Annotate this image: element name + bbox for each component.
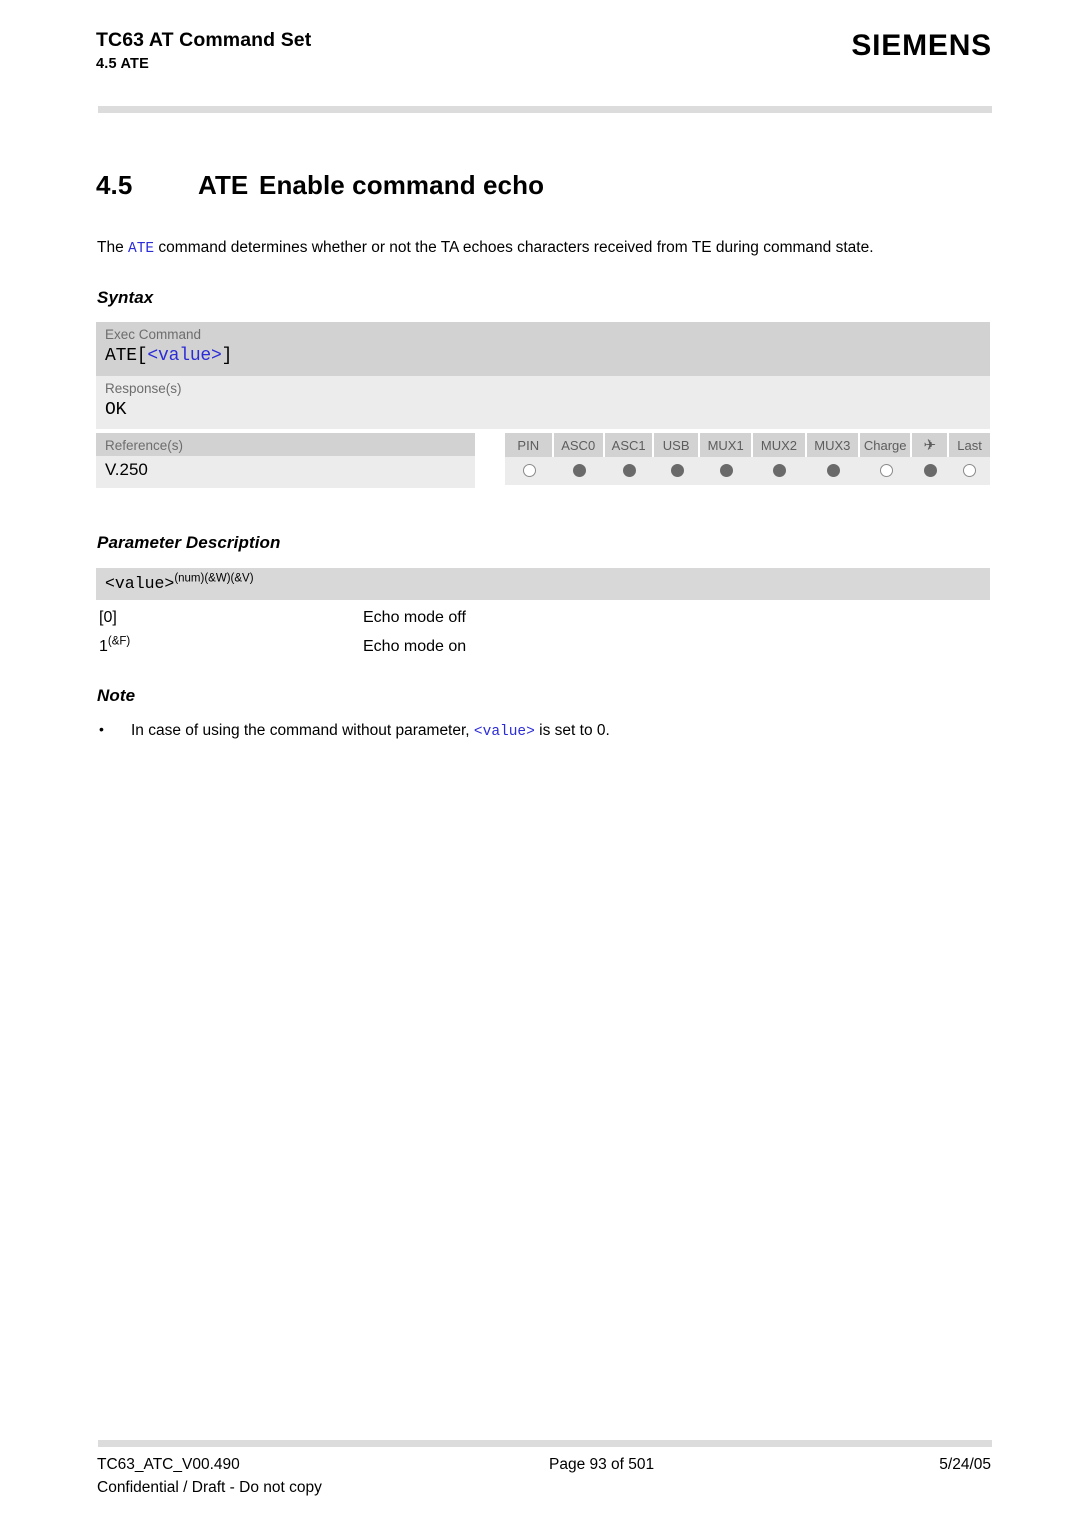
- note-text-before: In case of using the command without par…: [131, 722, 474, 739]
- interface-status-asc0: [554, 461, 605, 480]
- interface-header-airplane-icon: ✈: [912, 433, 950, 457]
- siemens-logo: SIEMENS: [851, 29, 992, 62]
- parameter-value-row: 1(&F) Echo mode on: [99, 633, 993, 662]
- note-text-after: is set to 0.: [534, 722, 610, 739]
- interface-header-asc0: ASC0: [553, 433, 605, 457]
- interface-status-mux2: [753, 461, 806, 480]
- parameter-value-description: Echo mode on: [363, 637, 467, 655]
- footer-confidential-notice: Confidential / Draft - Do not copy: [97, 1479, 322, 1496]
- footer-document-id: TC63_ATC_V00.490: [97, 1456, 240, 1473]
- interface-status-usb: [654, 461, 700, 480]
- filled-circle-icon: [924, 464, 938, 477]
- section-command: ATE: [198, 170, 249, 201]
- footer-date: 5/24/05: [939, 1456, 991, 1473]
- syntax-table: Exec Command ATE[<value>] Response(s) OK: [96, 322, 990, 430]
- footer-primary-line: TC63_ATC_V00.490 Page 93 of 501 5/24/05: [97, 1456, 991, 1474]
- filled-circle-icon: [572, 464, 586, 477]
- references-label: Reference(s): [96, 433, 475, 456]
- parameter-value-description: Echo mode off: [363, 609, 466, 626]
- empty-circle-icon: [963, 464, 977, 477]
- references-value: V.250: [96, 456, 475, 488]
- intro-paragraph: The ATE command determines whether or no…: [97, 236, 991, 260]
- header-divider: [98, 106, 992, 113]
- parameter-name-band: <value>(num)(&W)(&V): [96, 568, 990, 600]
- interface-status-airplane: [912, 461, 949, 480]
- response-label: Response(s): [105, 380, 182, 396]
- footer-divider: [98, 1440, 992, 1447]
- section-number: 4.5: [96, 170, 133, 201]
- exec-code-suffix: ]: [221, 346, 233, 367]
- interface-header-asc1: ASC1: [604, 433, 655, 457]
- empty-circle-icon: [522, 464, 536, 477]
- empty-circle-icon: [879, 464, 893, 477]
- interface-status-charge: [860, 461, 912, 480]
- filled-circle-icon: [826, 464, 840, 477]
- interface-header-usb: USB: [654, 433, 700, 457]
- intro-command-code: ATE: [128, 240, 155, 257]
- interface-header-mux3: MUX3: [806, 433, 860, 457]
- exec-command-row: Exec Command ATE[<value>]: [96, 322, 990, 376]
- filled-circle-icon: [670, 464, 684, 477]
- parameter-value-row: [0] Echo mode off: [99, 604, 993, 633]
- exec-command-value: ATE[<value>]: [96, 345, 990, 376]
- interface-header-pin: PIN: [505, 433, 554, 457]
- interface-header-last: Last: [949, 433, 990, 457]
- filled-circle-icon: [623, 464, 637, 477]
- parameter-description-heading: Parameter Description: [97, 533, 281, 552]
- note-text: In case of using the command without par…: [131, 719, 610, 744]
- exec-code-param: <value>: [147, 346, 222, 367]
- document-page: TC63 AT Command Set 4.5 ATE SIEMENS 4.5 A…: [0, 0, 1080, 1528]
- note-heading: Note: [97, 686, 136, 705]
- footer-page-number: Page 93 of 501: [549, 1456, 655, 1473]
- parameter-value-key: [0]: [99, 609, 117, 626]
- interface-status-last: [949, 461, 990, 480]
- interface-availability-table: PIN ASC0 ASC1 USB MUX1 MUX2 MUX3 Charge ✈ Last: [505, 433, 990, 485]
- interface-header-row: PIN ASC0 ASC1 USB MUX1 MUX2 MUX3 Charge ✈ Last: [505, 433, 990, 457]
- section-title: Enable command echo: [259, 170, 545, 201]
- interface-status-asc1: [605, 461, 654, 480]
- parameter-name: <value>: [105, 574, 175, 593]
- page-title: 4.5 ATE Enable command echo: [96, 170, 544, 201]
- response-value: OK: [105, 399, 127, 420]
- intro-text-before: The: [97, 238, 129, 256]
- page-header: TC63 AT Command Set 4.5 ATE SIEMENS: [96, 28, 992, 72]
- interface-header-charge: Charge: [859, 433, 913, 457]
- interface-status-row: [505, 457, 990, 485]
- note-item: • In case of using the command without p…: [99, 719, 993, 744]
- response-row: Response(s) OK: [96, 375, 990, 430]
- references-table: Reference(s) V.250: [96, 433, 475, 488]
- document-title: TC63 AT Command Set: [96, 29, 312, 51]
- filled-circle-icon: [773, 464, 787, 477]
- parameter-name-superscript: (num)(&W)(&V): [174, 572, 254, 585]
- interface-status-pin: [505, 461, 554, 480]
- airplane-icon: ✈: [923, 437, 937, 454]
- interface-header-mux1: MUX1: [699, 433, 754, 457]
- interface-status-mux3: [807, 461, 860, 480]
- parameter-value-key: 1(&F): [99, 635, 131, 655]
- interface-status-mux1: [700, 461, 753, 480]
- parameter-value-list: [0] Echo mode off 1(&F) Echo mode on: [99, 604, 993, 662]
- header-titles: TC63 AT Command Set 4.5 ATE: [96, 28, 311, 72]
- interface-header-mux2: MUX2: [753, 433, 807, 457]
- document-subtitle: 4.5 ATE: [96, 56, 149, 73]
- exec-code-prefix: ATE[: [105, 346, 148, 367]
- intro-text-after: command determines whether or not the TA…: [154, 238, 874, 256]
- note-bullet: •: [99, 721, 104, 737]
- parameter-value-superscript: (&F): [107, 635, 131, 648]
- filled-circle-icon: [720, 464, 734, 477]
- exec-command-label: Exec Command: [105, 327, 202, 342]
- note-code: <value>: [473, 724, 535, 740]
- page-footer: TC63_ATC_V00.490 Page 93 of 501 5/24/05 …: [97, 1456, 991, 1497]
- syntax-heading: Syntax: [97, 288, 154, 307]
- note-list: • In case of using the command without p…: [99, 719, 993, 744]
